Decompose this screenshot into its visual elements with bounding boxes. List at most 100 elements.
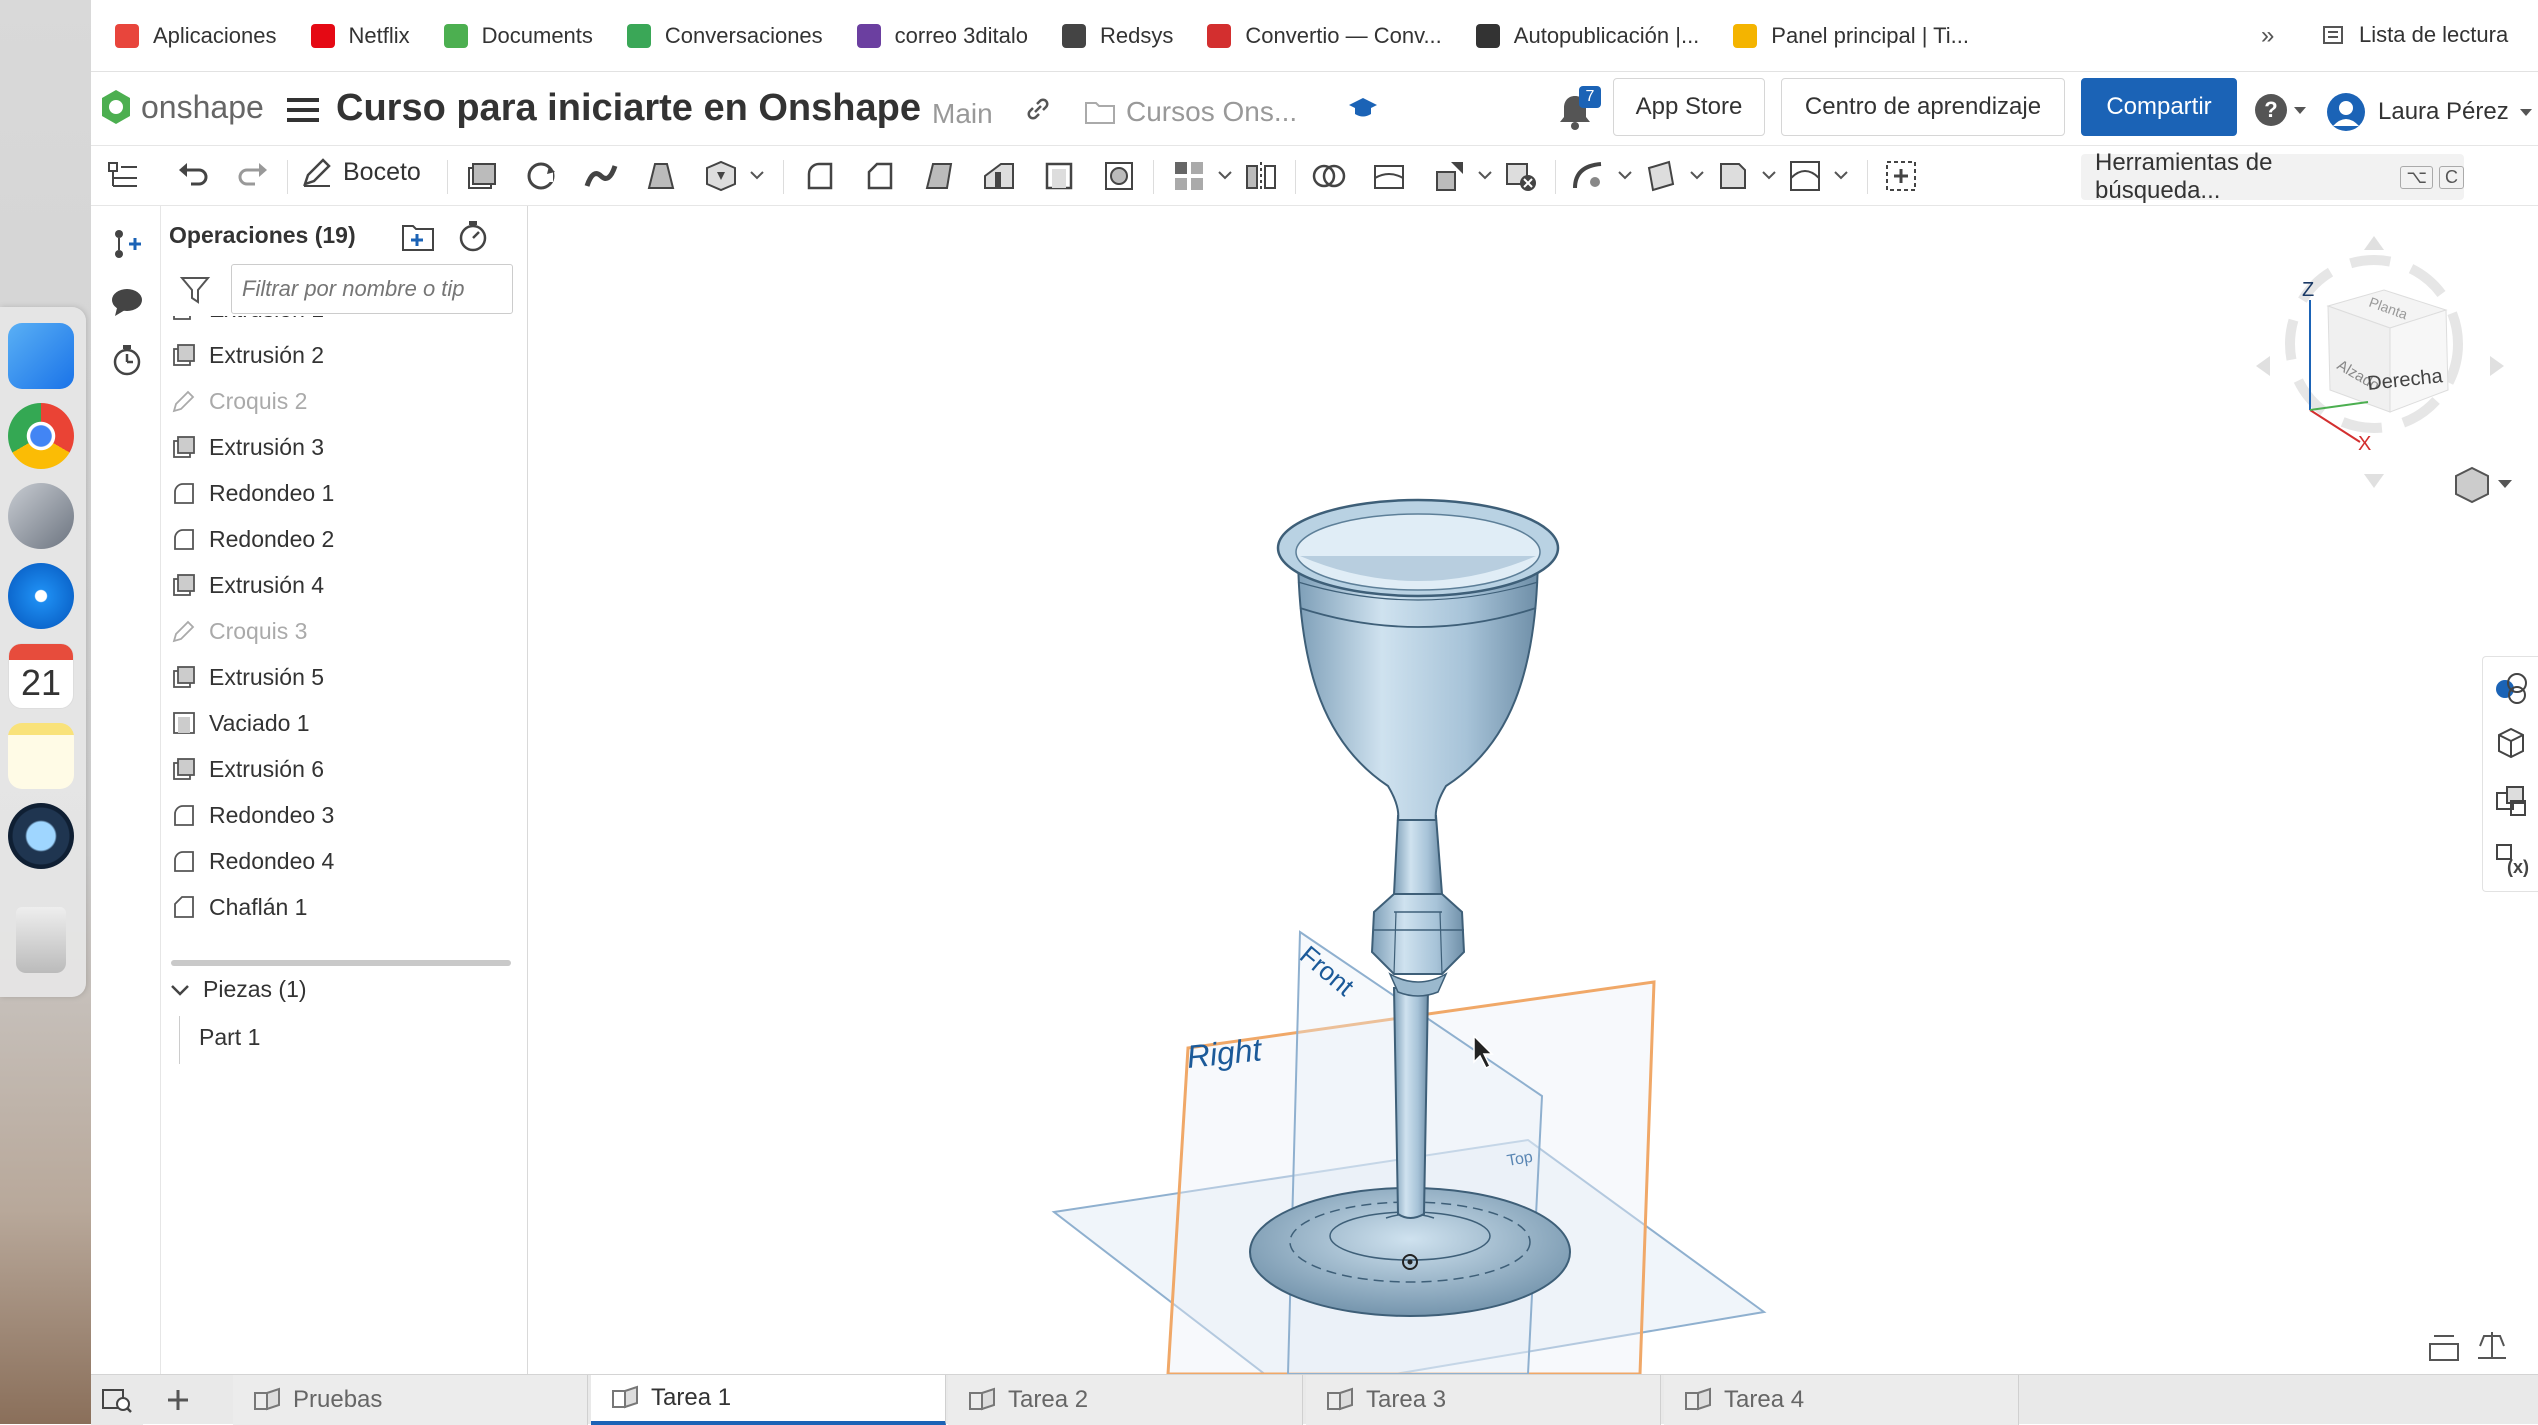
mass-properties-icon[interactable]	[2493, 725, 2529, 761]
feature-item[interactable]: Extrusión 2	[161, 332, 521, 378]
onshape-logo[interactable]: onshape	[99, 88, 264, 126]
modify-fillet-icon[interactable]	[1571, 158, 1607, 194]
help-menu-button[interactable]: ?	[2255, 94, 2307, 126]
feature-filter-input[interactable]	[231, 264, 513, 314]
tab-tarea-3[interactable]: Tarea 3	[1306, 1375, 1661, 1425]
shell-icon[interactable]	[1041, 158, 1077, 194]
notifications-button[interactable]: 7	[1557, 86, 1601, 134]
filter-icon[interactable]	[179, 274, 211, 306]
chevron-down-icon[interactable]	[1615, 158, 1635, 194]
loft-icon[interactable]	[643, 158, 679, 194]
display-toolbar-icon[interactable]	[2429, 1335, 2459, 1361]
trash-icon[interactable]	[16, 907, 66, 973]
hamburger-menu-icon[interactable]	[287, 96, 319, 124]
add-folder-icon[interactable]	[401, 220, 437, 254]
extrude-icon[interactable]	[463, 158, 499, 194]
chevron-down-icon[interactable]	[1475, 158, 1495, 194]
graduation-cap-icon[interactable]	[1347, 92, 1379, 124]
bookmark-item[interactable]: Panel principal | Ti...	[1733, 23, 1969, 49]
reading-list-button[interactable]: Lista de lectura	[2321, 22, 2508, 48]
insert-icon[interactable]	[109, 226, 145, 262]
feature-item[interactable]: Redondeo 2	[161, 516, 521, 562]
redo-icon[interactable]	[235, 158, 271, 194]
chamfer-icon[interactable]	[861, 158, 897, 194]
graphics-viewport[interactable]: Right Front Top Planta Alzado Derecha Z …	[528, 206, 2538, 1394]
add-custom-feature-icon[interactable]	[1883, 158, 1919, 194]
feature-item[interactable]: Redondeo 3	[161, 792, 521, 838]
chevron-down-icon[interactable]	[1759, 158, 1779, 194]
quicktime-icon[interactable]	[8, 803, 74, 869]
measure-icon[interactable]	[2478, 1332, 2506, 1359]
bookmark-item[interactable]: Documents	[443, 23, 593, 49]
safari-icon[interactable]	[8, 563, 74, 629]
document-folder[interactable]: Cursos Ons...	[1084, 96, 1297, 128]
bookmark-item[interactable]: Netflix	[310, 23, 410, 49]
feature-item[interactable]: Redondeo 4	[161, 838, 521, 884]
chevron-down-icon[interactable]	[747, 158, 767, 194]
add-tab-button[interactable]	[153, 1375, 203, 1425]
feature-item[interactable]: Extrusión 6	[161, 746, 521, 792]
revolve-icon[interactable]	[523, 158, 559, 194]
history-icon[interactable]	[109, 342, 145, 378]
chevron-down-icon[interactable]	[1831, 158, 1851, 194]
comments-icon[interactable]	[109, 284, 145, 320]
launchpad-icon[interactable]	[8, 483, 74, 549]
bookmark-item[interactable]: Redsys	[1061, 23, 1173, 49]
learning-center-button[interactable]: Centro de aprendizaje	[1781, 78, 2065, 136]
draft-icon[interactable]	[921, 158, 957, 194]
feature-item[interactable]: Extrusión 1	[161, 316, 521, 332]
tab-search-button[interactable]	[91, 1375, 143, 1425]
parts-header[interactable]: Piezas (1)	[169, 976, 307, 1003]
tab-tarea-4[interactable]: Tarea 4	[1664, 1375, 2019, 1425]
mirror-icon[interactable]	[1243, 158, 1279, 194]
undo-icon[interactable]	[175, 158, 211, 194]
hole-icon[interactable]	[1101, 158, 1137, 194]
tab-tarea-1[interactable]: Tarea 1	[591, 1375, 946, 1425]
goblet-knot[interactable]	[1370, 893, 1466, 975]
chevron-down-icon[interactable]	[1687, 158, 1707, 194]
feature-item[interactable]: Extrusión 5	[161, 654, 521, 700]
search-tools-input[interactable]: Herramientas de búsqueda... ⌥ C	[2081, 149, 2464, 204]
tab-tarea-2[interactable]: Tarea 2	[948, 1375, 1303, 1425]
chrome-icon[interactable]	[8, 403, 74, 469]
goblet-upper-stem[interactable]	[1392, 815, 1444, 895]
bookmark-item[interactable]: Aplicaciones	[115, 23, 277, 49]
share-button[interactable]: Compartir	[2081, 78, 2237, 136]
view-cube[interactable]: Planta Alzado Derecha Z X	[2256, 236, 2504, 488]
configurations-icon[interactable]	[2493, 783, 2529, 819]
rib-icon[interactable]	[981, 158, 1017, 194]
bookmark-item[interactable]: Convertio — Conv...	[1207, 23, 1442, 49]
bookmarks-overflow-button[interactable]: »	[2261, 22, 2274, 50]
plane-icon[interactable]	[1643, 158, 1679, 194]
feature-item[interactable]: Vaciado 1	[161, 700, 521, 746]
feature-item[interactable]: Croquis 2	[161, 378, 521, 424]
bookmark-item[interactable]: Autopublicación |...	[1475, 23, 1699, 49]
notes-icon[interactable]	[8, 723, 74, 789]
feature-item[interactable]: Chaflán 1	[161, 884, 521, 930]
model-view[interactable]: Right Front Top Planta Alzado Derecha Z …	[528, 206, 2538, 1394]
linear-pattern-icon[interactable]	[1171, 158, 1207, 194]
rollback-timer-icon[interactable]	[455, 218, 491, 254]
calendar-icon[interactable]: 21	[8, 643, 74, 709]
bookmark-item[interactable]: correo 3ditalo	[856, 23, 1028, 49]
thicken-icon[interactable]	[703, 158, 739, 194]
bookmark-item[interactable]: Conversaciones	[626, 23, 823, 49]
view-options-button[interactable]	[2455, 466, 2512, 504]
workspace-branch[interactable]: Main	[932, 98, 993, 130]
feature-item[interactable]: Redondeo 1	[161, 470, 521, 516]
appearance-icon[interactable]	[2493, 669, 2529, 705]
document-title[interactable]: Curso para iniciarte en Onshape	[336, 87, 921, 130]
finder-icon[interactable]	[8, 323, 74, 389]
delete-part-icon[interactable]	[1503, 158, 1539, 194]
feature-item[interactable]: Extrusión 3	[161, 424, 521, 470]
fillet-icon[interactable]	[801, 158, 837, 194]
tab-pruebas[interactable]: Pruebas	[233, 1375, 588, 1425]
app-store-button[interactable]: App Store	[1613, 78, 1765, 136]
chevron-down-icon[interactable]	[1215, 158, 1235, 194]
part-item[interactable]: Part 1	[199, 1024, 260, 1051]
sheet-metal-icon[interactable]	[1715, 158, 1751, 194]
variables-icon[interactable]: (x)	[2493, 841, 2529, 877]
sketch-button[interactable]: Boceto	[301, 156, 421, 188]
boolean-icon[interactable]	[1311, 158, 1347, 194]
sweep-icon[interactable]	[583, 158, 619, 194]
